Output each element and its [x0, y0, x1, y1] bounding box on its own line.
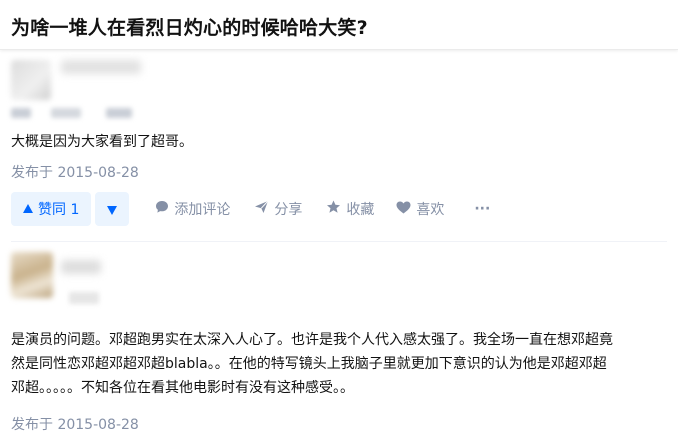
- publish-date[interactable]: 发布于 2015-08-28: [11, 162, 139, 182]
- star-icon: [326, 200, 346, 218]
- more-label: ···: [474, 201, 491, 217]
- like-label: 喜欢: [416, 202, 445, 218]
- answer-content-line: 然是同性恋邓超邓超邓超blabla。。在他的特写镜头上我脑子里就更加下意识的认为…: [11, 356, 607, 372]
- downvote-button[interactable]: [95, 192, 130, 226]
- author-headline-blurred: [51, 108, 81, 118]
- question-title[interactable]: 为啥一堆人在看烈日灼心的时候哈哈大笑?: [11, 13, 368, 40]
- author-headline-blurred: [69, 292, 99, 304]
- share-button[interactable]: 分享: [254, 199, 302, 219]
- answer-content-line: 是演员的问题。邓超跑男实在太深入人心了。也许是我个人代入感太强了。我全场一直在想…: [11, 332, 613, 348]
- answer-content: 大概是因为大家看到了超哥。: [11, 134, 193, 150]
- share-label: 分享: [274, 202, 303, 218]
- author-name-blurred: [61, 260, 101, 274]
- caret-up-icon: [23, 201, 33, 217]
- caret-down-icon: [107, 200, 118, 219]
- question-header: 为啥一堆人在看烈日灼心的时候哈哈大笑?: [0, 0, 678, 50]
- more-button[interactable]: ···: [474, 201, 490, 217]
- answer-divider: [11, 241, 667, 242]
- action-bar: 赞同 1 添加评论 分享 收藏 喜欢 ···: [11, 192, 667, 226]
- comment-label: 添加评论: [174, 202, 231, 218]
- collect-button[interactable]: 收藏: [326, 199, 374, 219]
- author-name-blurred: [61, 60, 141, 74]
- author-info: [11, 52, 667, 122]
- author-headline-blurred: [11, 108, 31, 118]
- author-info: [11, 248, 667, 318]
- like-button[interactable]: 喜欢: [396, 199, 444, 219]
- author-headline-blurred: [106, 108, 132, 118]
- upvote-button[interactable]: 赞同 1: [11, 192, 92, 226]
- answer-content: 是演员的问题。邓超跑男实在太深入人心了。也许是我个人代入感太强了。我全场一直在想…: [11, 328, 667, 400]
- comment-button[interactable]: 添加评论: [155, 199, 230, 219]
- heart-icon: [396, 201, 416, 218]
- publish-date[interactable]: 发布于 2015-08-28: [11, 414, 139, 434]
- avatar[interactable]: [11, 252, 53, 298]
- share-icon: [254, 200, 274, 218]
- answer-card: 是演员的问题。邓超跑男实在太深入人心了。也许是我个人代入感太强了。我全场一直在想…: [11, 248, 667, 433]
- comment-icon: [155, 200, 174, 218]
- upvote-label: 赞同 1: [38, 202, 80, 218]
- answer-content-line: 邓超。。。。。不知各位在看其他电影时有没有这种感受。。: [11, 380, 354, 396]
- avatar[interactable]: [11, 60, 51, 100]
- collect-label: 收藏: [346, 202, 375, 218]
- answer-card: 大概是因为大家看到了超哥。 发布于 2015-08-28 赞同 1 添加评论 分…: [11, 52, 667, 226]
